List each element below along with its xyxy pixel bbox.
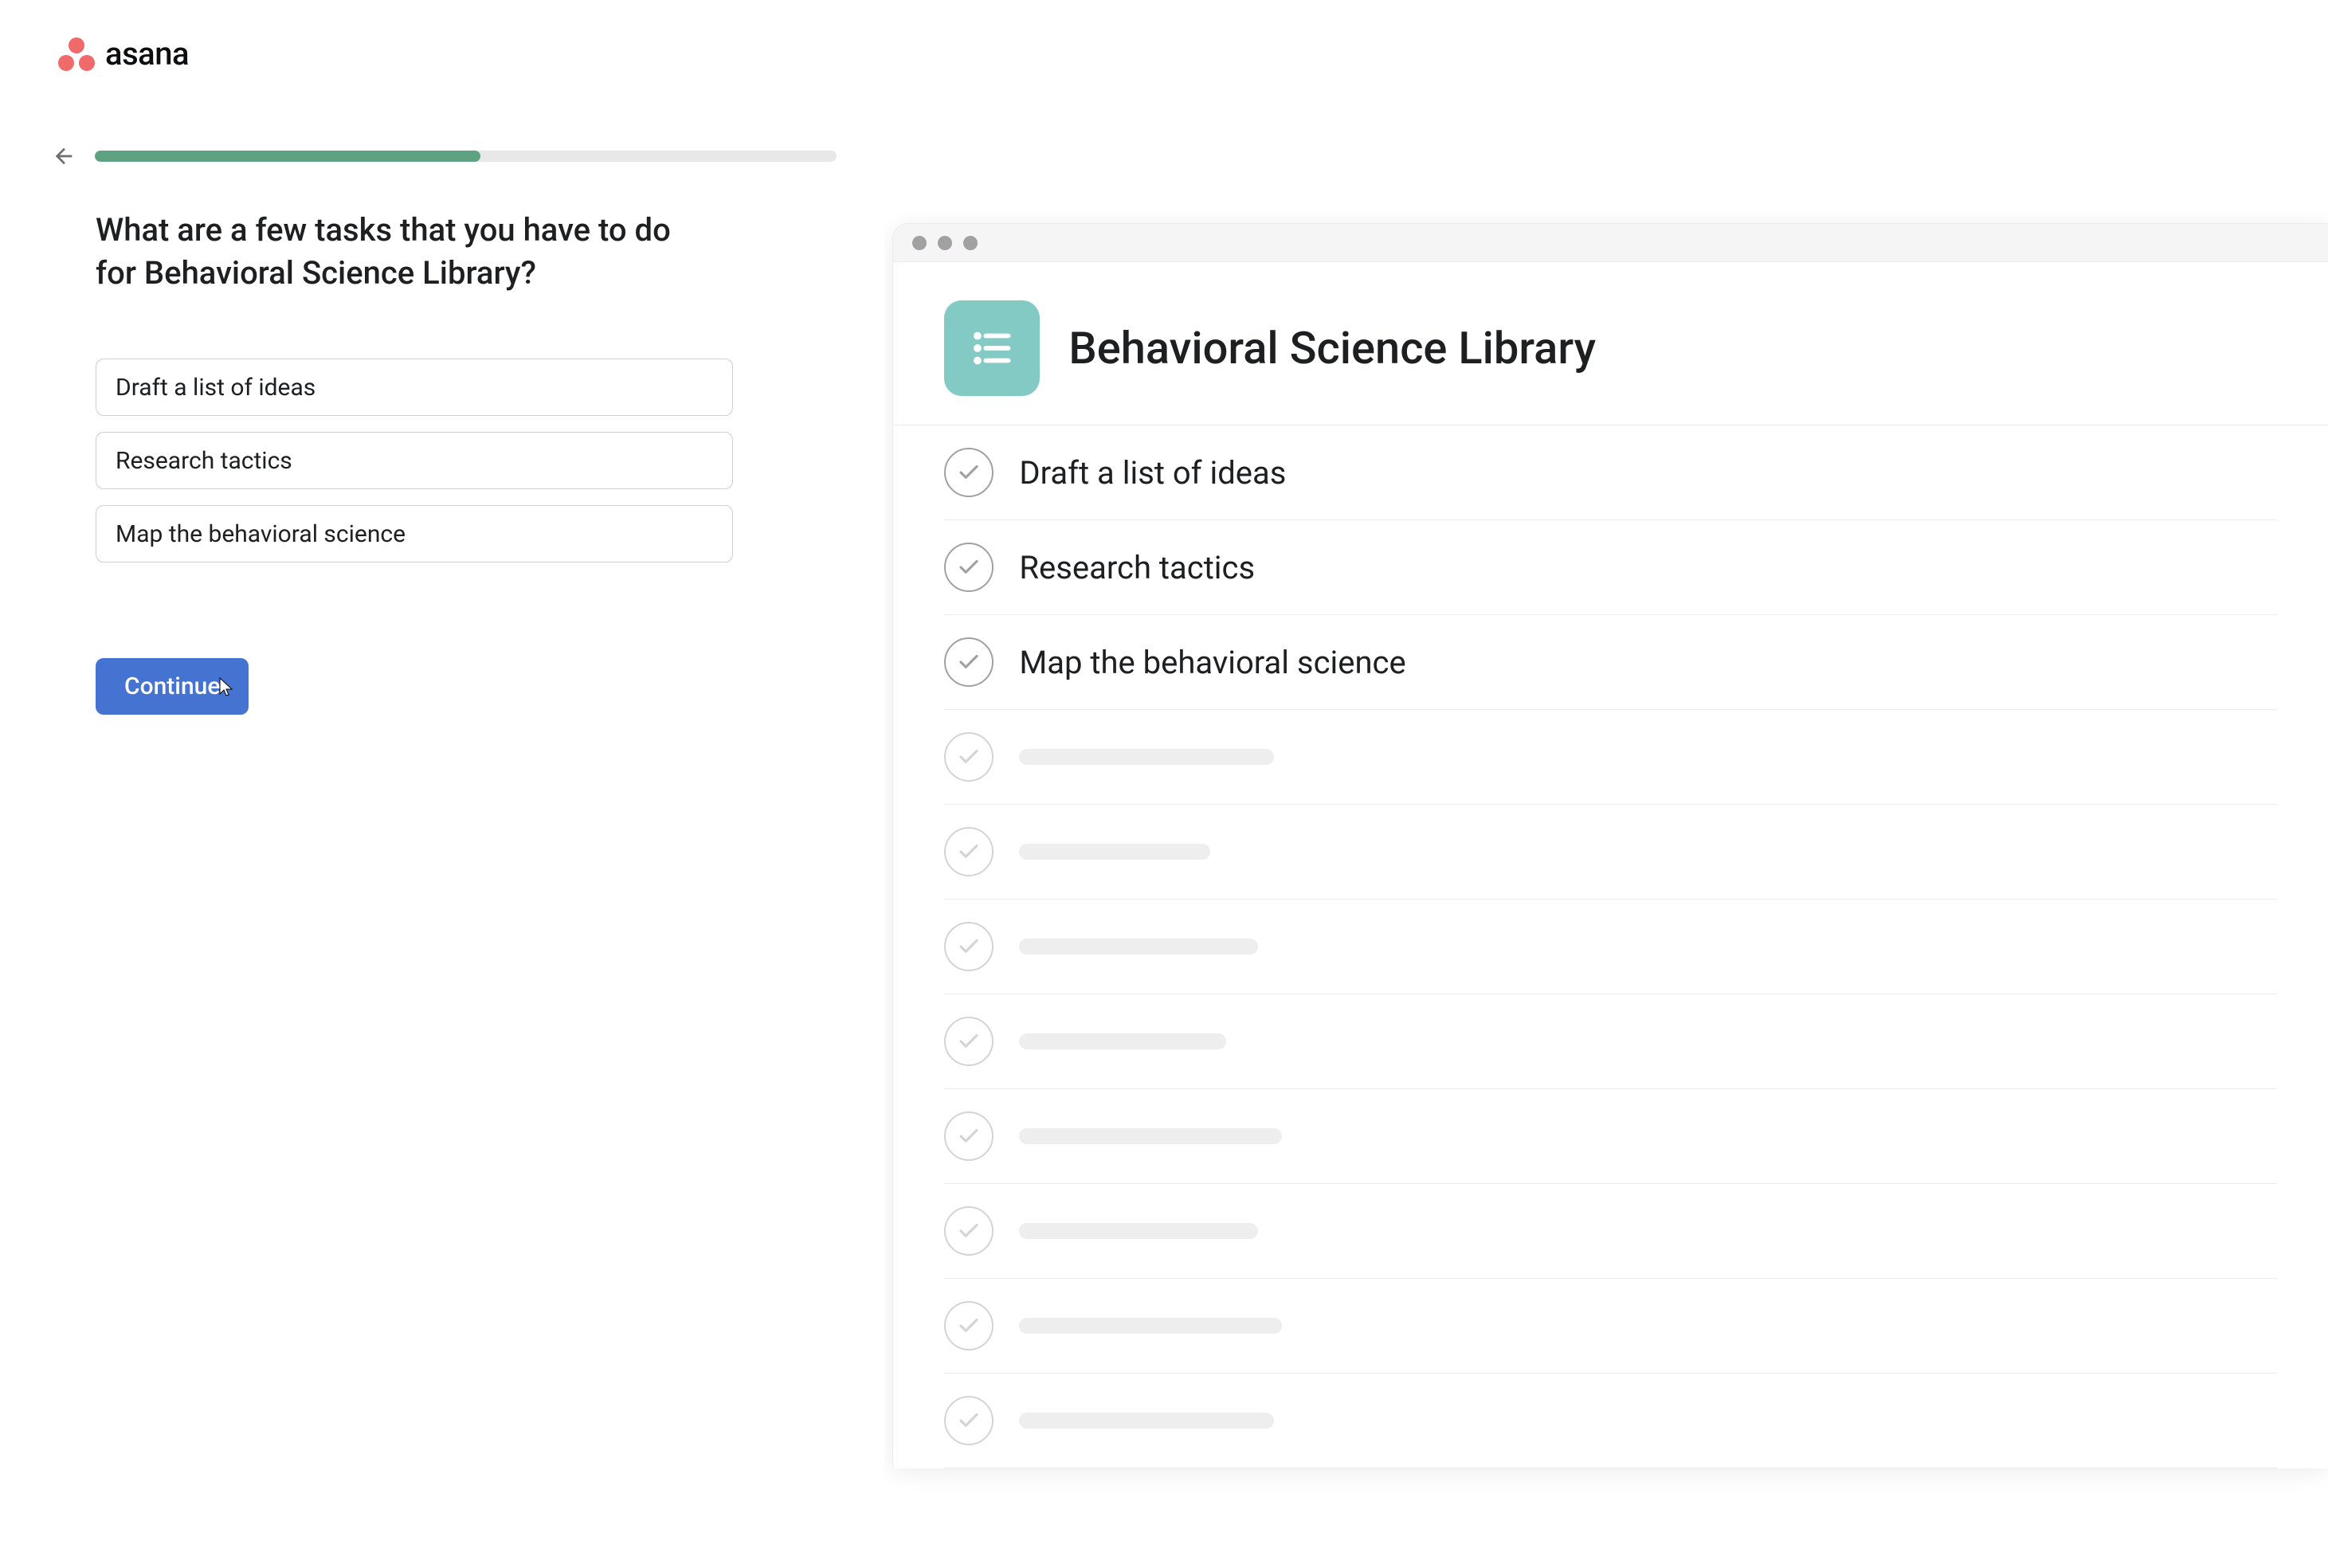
task-row-placeholder [944,1089,2277,1184]
check-circle-icon [944,1111,994,1161]
window-dot-yellow [938,236,952,250]
task-inputs-group [96,359,837,563]
onboarding-progress-bar [95,151,837,162]
preview-task-list: Draft a list of ideas Research tactics M… [893,425,2328,1468]
onboarding-question: What are a few tasks that you have to do… [96,209,717,295]
continue-button[interactable]: Continue [96,658,249,715]
check-circle-icon [944,732,994,782]
preview-window: Behavioral Science Library Draft a list … [892,223,2328,1468]
task-text: Map the behavioral science [1019,644,1405,681]
task-row-placeholder [944,900,2277,994]
arrow-left-icon [52,143,77,169]
task-row-placeholder [944,1184,2277,1279]
task-input-3[interactable] [96,505,733,563]
task-placeholder [1019,844,1210,860]
task-row-placeholder [944,1374,2277,1468]
task-text: Research tactics [1019,549,1255,586]
back-button[interactable] [52,143,77,169]
progress-fill [95,151,480,162]
task-row-placeholder [944,994,2277,1089]
progress-nav-row [96,143,837,169]
task-row: Draft a list of ideas [944,425,2277,520]
task-row-placeholder [944,805,2277,900]
task-row: Map the behavioral science [944,615,2277,710]
check-circle-icon [944,922,994,971]
window-dot-red [912,236,927,250]
check-circle-icon [944,637,994,687]
task-input-1[interactable] [96,359,733,416]
task-text: Draft a list of ideas [1019,454,1286,492]
task-input-2[interactable] [96,432,733,489]
check-circle-icon [944,1017,994,1066]
check-circle-icon [944,1301,994,1350]
check-circle-icon [944,827,994,876]
task-placeholder [1019,1223,1258,1239]
list-icon [967,323,1017,373]
check-circle-icon [944,543,994,592]
task-placeholder [1019,1413,1274,1429]
onboarding-form-panel: What are a few tasks that you have to do… [0,0,884,1568]
preview-header: Behavioral Science Library [893,262,2328,425]
cursor-icon [218,676,234,697]
task-placeholder [1019,1033,1226,1049]
window-chrome [893,224,2328,262]
task-placeholder [1019,939,1258,955]
task-row-placeholder [944,710,2277,805]
task-placeholder [1019,1128,1282,1144]
check-circle-icon [944,1396,994,1445]
window-dot-green [963,236,978,250]
project-preview-panel: Behavioral Science Library Draft a list … [884,0,2328,1568]
check-circle-icon [944,1206,994,1256]
project-title: Behavioral Science Library [1068,322,1596,374]
task-row-placeholder [944,1279,2277,1374]
task-placeholder [1019,1318,1282,1334]
project-icon [944,300,1040,396]
check-circle-icon [944,448,994,497]
task-row: Research tactics [944,520,2277,615]
task-placeholder [1019,749,1274,765]
